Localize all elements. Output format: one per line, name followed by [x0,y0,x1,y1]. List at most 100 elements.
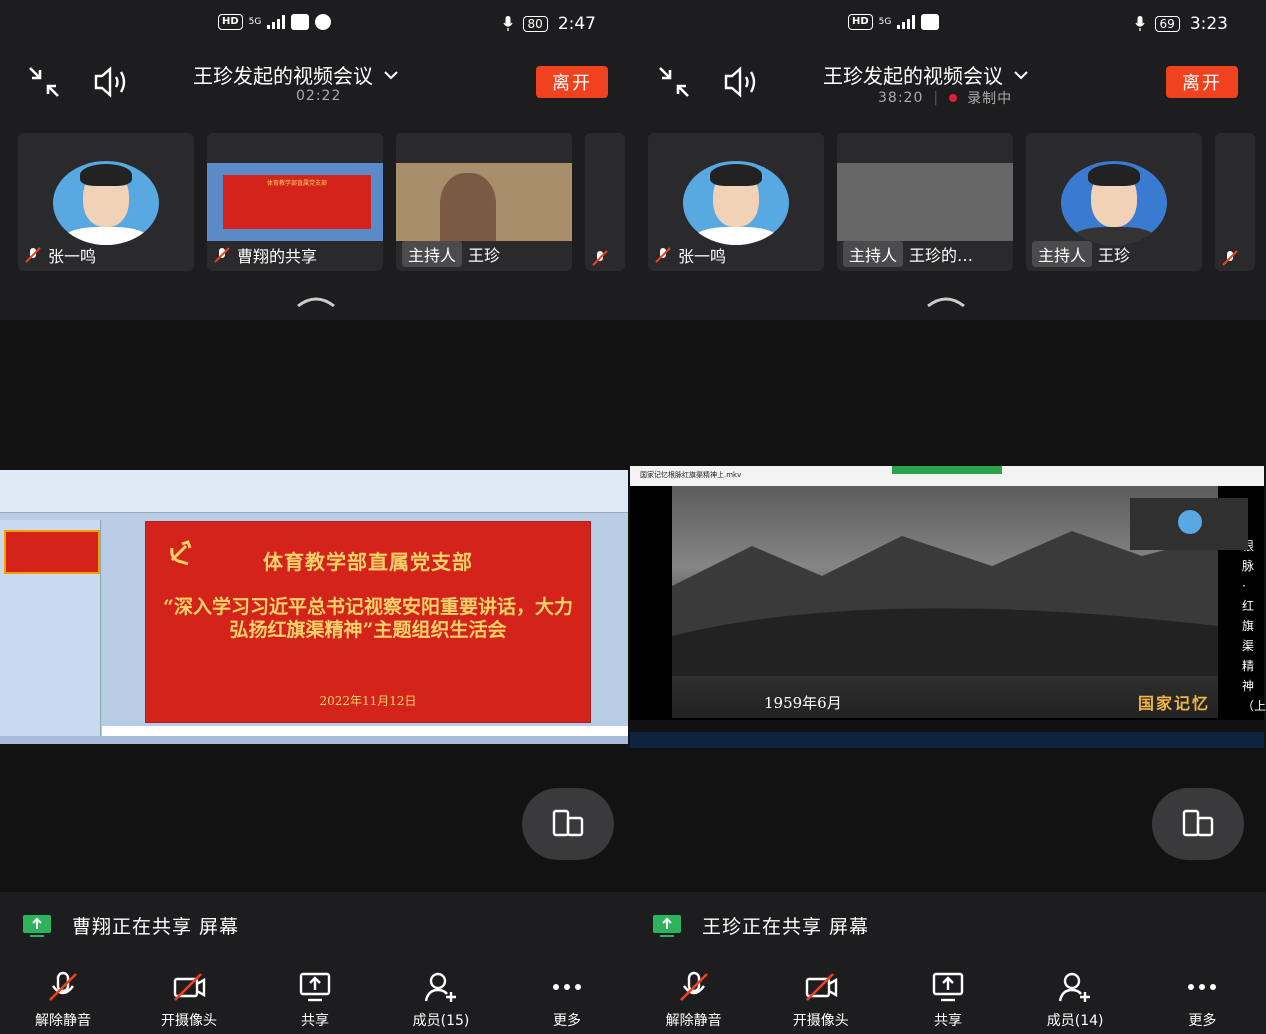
video-controls[interactable] [630,720,1264,732]
clock: 3:23 [1189,14,1228,34]
meeting-header: 王珍发起的视频会议 02:22 离开 [0,56,630,126]
participant-tile-partial[interactable] [585,133,625,271]
camera-status-icon [315,14,332,30]
participant-name: 张一鸣 [24,243,96,267]
sharing-text: 王珍正在共享 屏幕 [702,916,870,938]
members-icon [424,972,456,1002]
screen-share-preview [837,163,1013,241]
leave-button[interactable]: 离开 [536,66,608,98]
video-player: 1959年6月 国家记忆 根脉·红旗渠精神（上） [630,486,1266,720]
picture-in-picture [1130,498,1248,550]
share-screen-icon [299,972,331,1002]
play-icon [921,14,940,30]
bottom-bar: 曹翔正在共享 屏幕 解除静音 开摄像头 共享 成员(15) 更多 [0,892,630,1034]
avatar [53,161,159,245]
participant-name: 张一鸣 [654,243,726,267]
more-icon [1188,984,1217,990]
camera-off-icon [805,973,837,1001]
meeting-header: 王珍发起的视频会议 38:20 | 录制中 离开 [630,56,1266,126]
network-type: 5G [248,16,262,27]
divider: | [933,90,940,106]
sharing-notice: 曹翔正在共享 屏幕 [22,912,239,939]
members-button[interactable]: 成员(15) [381,970,501,1030]
camera-button[interactable]: 开摄像头 [129,970,249,1030]
windows-taskbar [630,732,1264,748]
avatar [683,161,789,245]
camera-button[interactable]: 开摄像头 [761,970,881,1030]
participant-tile[interactable]: 张一鸣 [18,133,194,271]
left-screenshot: HD 5G 80 2:47 王珍发起的视频会议 02:22 离开 张一鸣 体育教… [0,0,630,1034]
screen-share-icon [653,914,681,937]
slide-theme: “深入学习习近平总书记视察安阳重要讲话，大力弘扬红旗渠精神”主题组织生活会 [163,596,573,641]
meeting-title-text: 王珍发起的视频会议 [823,64,1003,88]
hd-icon: HD [218,14,243,30]
shared-video-window: 国家记忆根脉红旗渠精神上.mkv 1959年6月 国家记忆 根脉·红旗渠精神（上… [630,466,1266,748]
mic-muted-icon [592,250,608,266]
switch-view-icon [552,809,584,837]
bottom-bar: 王珍正在共享 屏幕 解除静音 开摄像头 共享 成员(14) 更多 [630,892,1266,1034]
screen-share-preview: 体育教学部直属党支部 [207,163,383,241]
host-badge: 主持人 [1032,241,1093,267]
participant-tile[interactable]: 主持人 王珍 [1026,133,1202,271]
slide-org: 体育教学部直属党支部 [263,550,473,574]
hd-icon: HD [848,14,873,30]
share-button[interactable]: 共享 [255,970,375,1030]
more-icon [553,984,581,990]
mic-muted-icon [214,247,230,263]
year-caption: 1959年6月 [764,694,842,712]
meeting-title[interactable]: 王珍发起的视频会议 [193,60,399,89]
program-brand: 国家记忆 [1137,694,1210,713]
share-button[interactable]: 共享 [888,970,1008,1030]
screen-share-icon [23,914,51,937]
switch-view-button[interactable] [522,788,614,860]
unmute-button[interactable]: 解除静音 [3,970,123,1030]
leave-button[interactable]: 离开 [1166,66,1238,98]
participant-tile[interactable]: 主持人 王珍的… [837,133,1013,271]
chevron-up-icon[interactable] [296,296,336,308]
switch-view-icon [1182,809,1214,837]
mic-muted-icon [1222,250,1238,266]
meeting-title[interactable]: 王珍发起的视频会议 [823,60,1029,89]
participant-tile-partial[interactable] [1215,133,1255,271]
chevron-down-icon [384,70,398,79]
play-icon [291,14,310,30]
speaker-icon[interactable] [722,64,762,100]
camera-off-icon [173,973,206,1001]
elapsed-time: 02:22 [296,88,342,104]
clock: 2:47 [557,14,596,34]
participant-tile[interactable]: 主持人 王珍 [396,133,572,271]
participant-strip: 张一鸣 体育教学部直属党支部 曹翔的共享 主持人 王珍 [18,133,630,273]
chevron-up-icon[interactable] [926,296,966,308]
collapse-icon[interactable] [656,64,692,100]
elapsed-time: 38:20 [878,90,924,106]
host-badge: 主持人 [402,241,463,267]
status-icons: HD 5G [848,14,940,30]
right-screenshot: HD 5G 69 3:23 王珍发起的视频会议 38:20 | 录制中 离开 张… [630,0,1266,1034]
avatar [1061,161,1167,245]
recording-dot-icon [949,94,958,102]
meeting-title-text: 王珍发起的视频会议 [193,64,373,88]
network-type: 5G [878,16,892,27]
signal-icon [267,15,286,29]
switch-view-button[interactable] [1152,788,1244,860]
recording-status: 录制中 [967,91,1013,107]
mic-off-icon [49,971,77,1001]
members-button[interactable]: 成员(14) [1015,970,1135,1030]
mic-icon [502,16,513,31]
mic-muted-icon [25,247,41,263]
participant-tile[interactable]: 张一鸣 [648,133,824,271]
side-caption: 根脉·红旗渠精神（上） [1242,539,1266,713]
signal-icon [897,15,916,29]
more-button[interactable]: 更多 [1142,970,1262,1030]
share-screen-icon [932,972,964,1002]
participant-tile[interactable]: 体育教学部直属党支部 曹翔的共享 [207,133,383,271]
unmute-button[interactable]: 解除静音 [634,970,754,1030]
speaker-icon[interactable] [92,64,132,100]
more-button[interactable]: 更多 [507,970,627,1030]
participant-name [591,249,609,267]
status-right: 69 3:23 [1134,14,1228,34]
participant-name: 主持人 王珍 [1032,241,1130,267]
share-status-bar [892,466,1002,474]
collapse-icon[interactable] [26,64,62,100]
mic-muted-icon [655,247,671,263]
